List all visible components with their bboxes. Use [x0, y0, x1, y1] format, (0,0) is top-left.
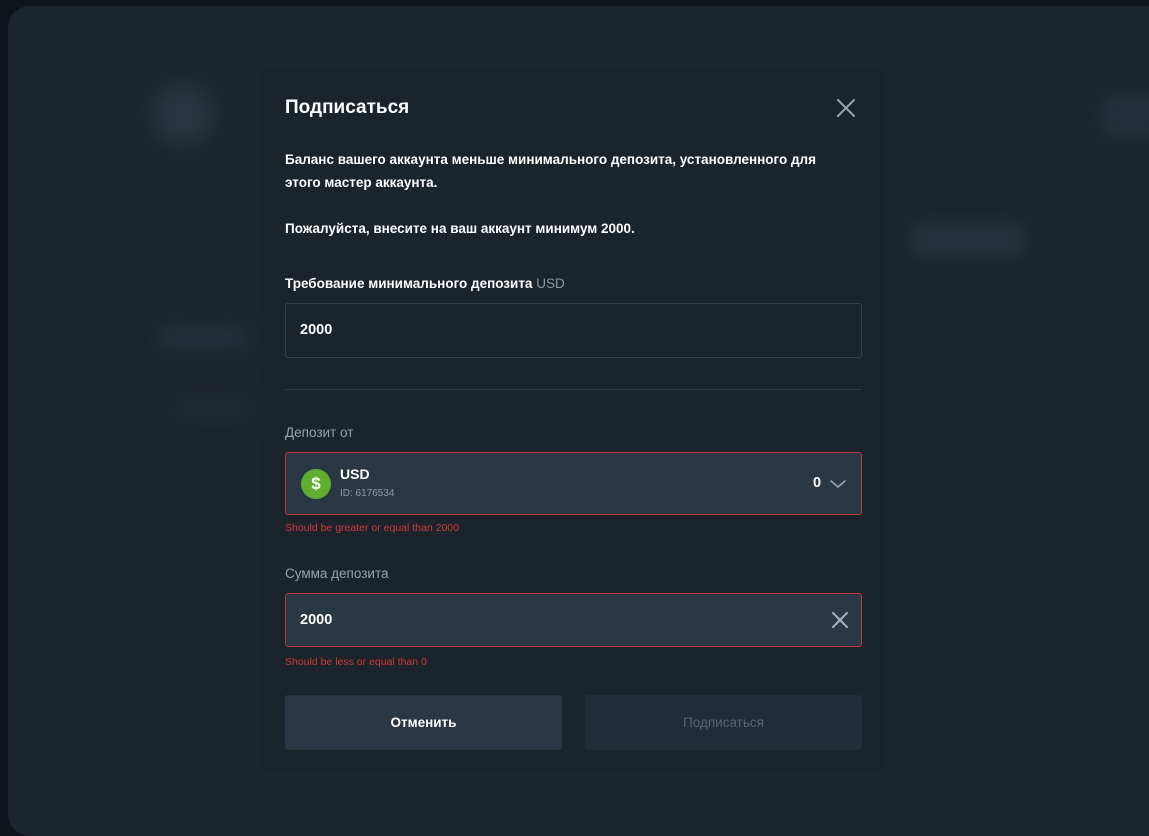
- blurred-text: [913, 224, 1023, 254]
- deposit-from-select[interactable]: $ USD ID: 6176534 0: [285, 452, 862, 515]
- deposit-amount-label: Сумма депозита: [285, 566, 389, 581]
- deposit-message: Пожалуйста, внесите на ваш аккаунт миним…: [285, 221, 635, 236]
- blurred-text: [158, 326, 248, 348]
- blurred-text: [178, 401, 248, 419]
- min-deposit-value: 2000: [300, 322, 333, 338]
- min-deposit-field: 2000: [285, 303, 862, 358]
- deposit-from-error: Should be greater or equal than 2000: [285, 522, 459, 534]
- close-button[interactable]: [834, 96, 858, 120]
- subscribe-modal: Подписаться Баланс вашего аккаунта меньш…: [262, 68, 886, 773]
- blurred-text: [1103, 96, 1149, 136]
- account-id: ID: 6176534: [340, 488, 395, 499]
- clear-amount-button[interactable]: [829, 609, 851, 631]
- divider: [285, 389, 862, 390]
- deposit-amount-input[interactable]: 2000: [285, 593, 862, 647]
- chevron-down-icon: [830, 480, 846, 488]
- deposit-from-label: Депозит от: [285, 425, 354, 440]
- deposit-amount-value: 2000: [300, 612, 333, 628]
- account-currency: USD: [340, 466, 370, 482]
- close-icon: [832, 612, 848, 628]
- balance-message-line-2: этого мастер аккаунта.: [285, 175, 438, 190]
- cancel-button[interactable]: Отменить: [285, 695, 562, 750]
- min-deposit-label-text: Требование минимального депозита: [285, 276, 533, 291]
- min-deposit-unit: USD: [536, 276, 565, 291]
- subscribe-button[interactable]: Подписаться: [585, 695, 862, 750]
- deposit-amount-error: Should be less or equal than 0: [285, 656, 427, 668]
- min-deposit-label: Требование минимального депозита USD: [285, 276, 565, 291]
- dollar-coin-icon: $: [301, 469, 331, 499]
- balance-message-line-1: Баланс вашего аккаунта меньше минимально…: [285, 152, 817, 167]
- account-balance: 0: [813, 475, 822, 491]
- modal-title: Подписаться: [285, 97, 410, 118]
- close-icon: [837, 99, 855, 117]
- blurred-avatar: [153, 84, 213, 144]
